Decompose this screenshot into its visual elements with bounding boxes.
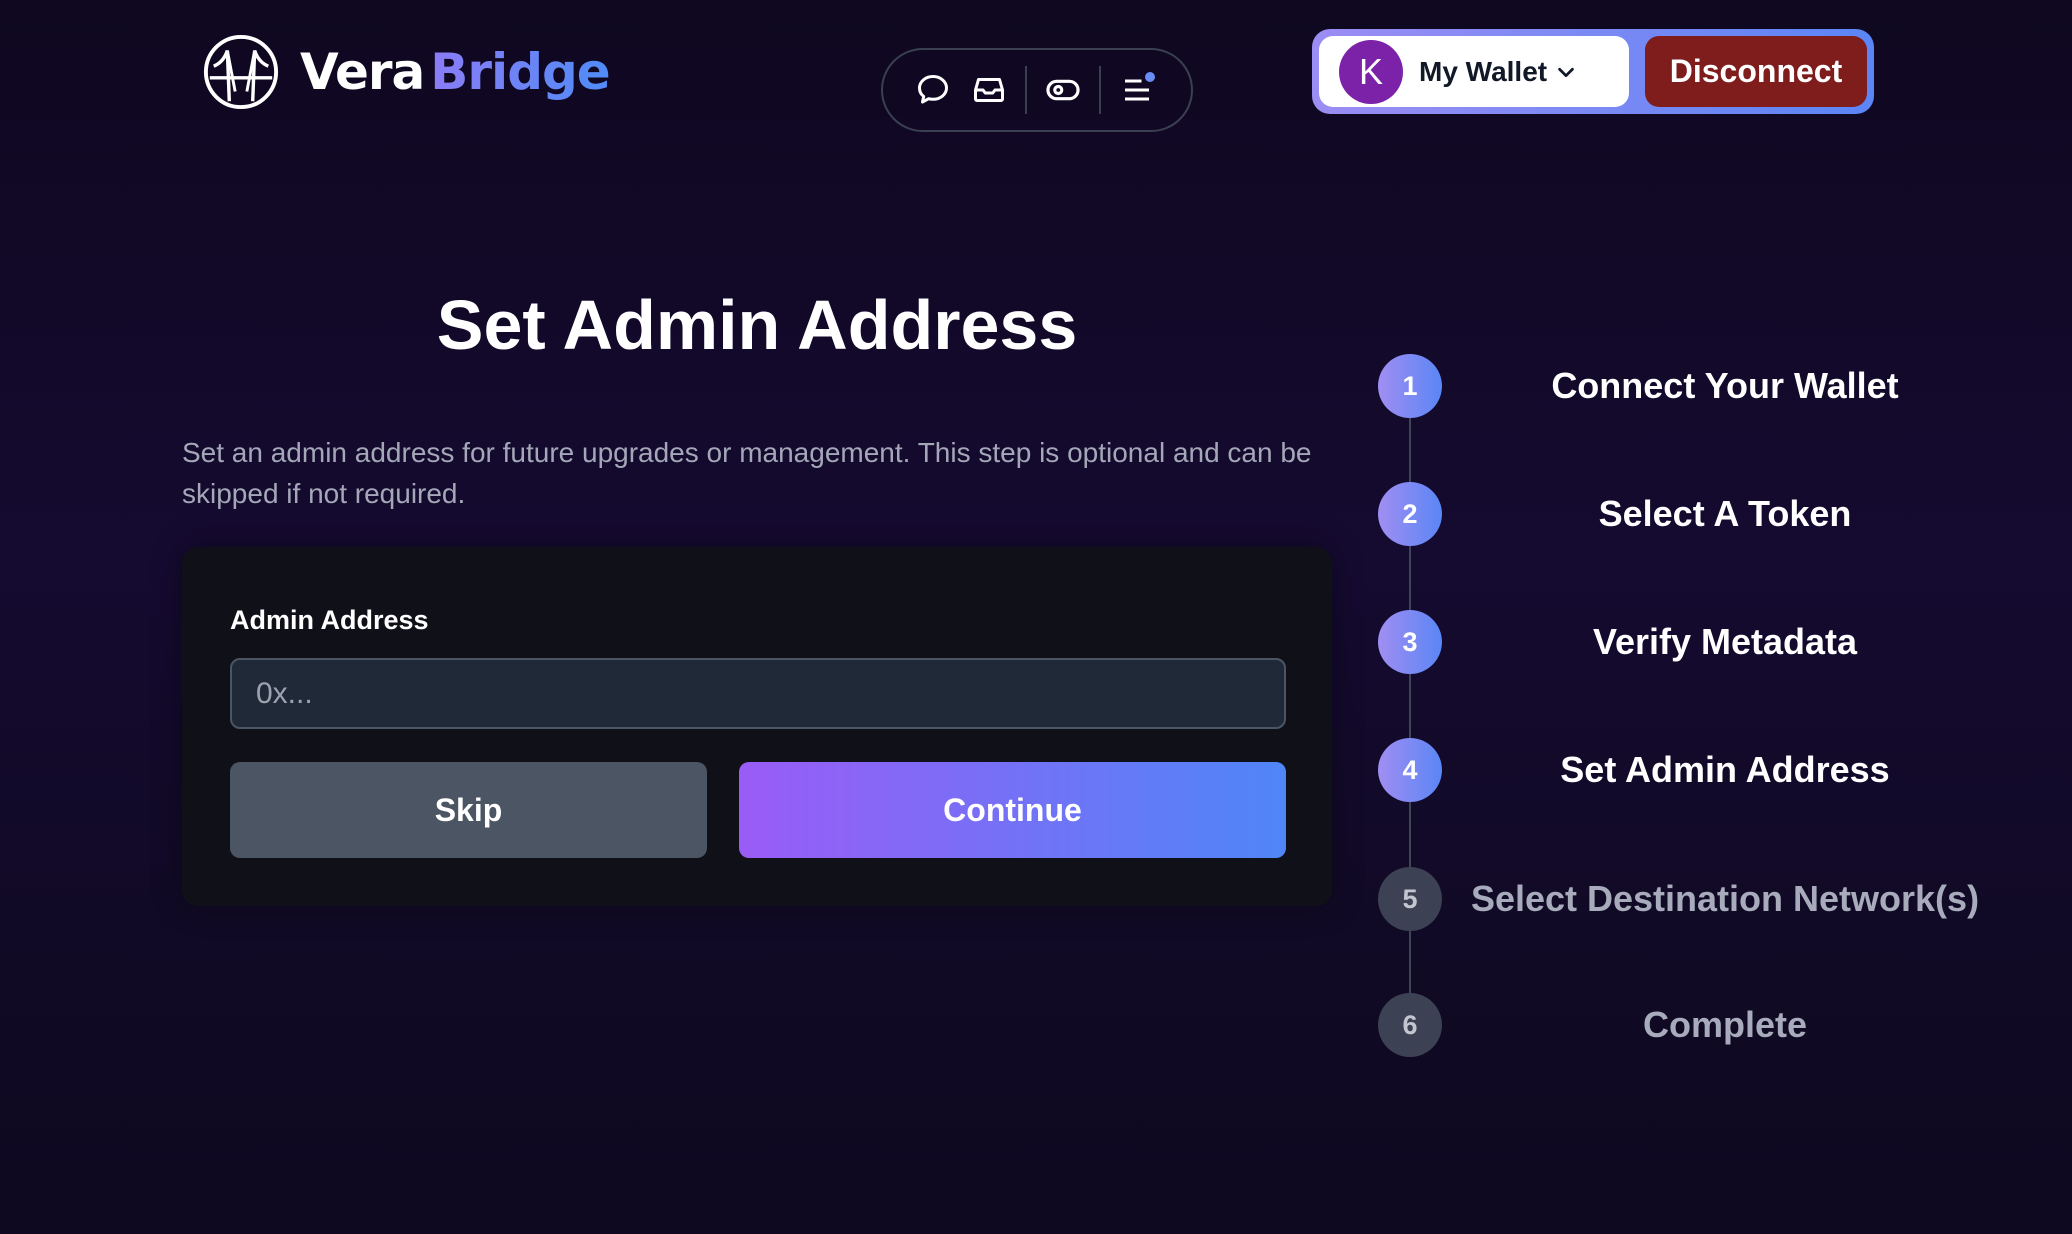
wallet-label: My Wallet bbox=[1419, 55, 1548, 87]
admin-address-input[interactable] bbox=[230, 658, 1286, 729]
disconnect-button[interactable]: Disconnect bbox=[1645, 36, 1867, 107]
stepper-step: 5 Select Destination Network(s) bbox=[1378, 867, 1998, 931]
skip-button[interactable]: Skip bbox=[230, 762, 707, 858]
admin-address-label: Admin Address bbox=[230, 605, 429, 635]
inbox-button[interactable] bbox=[961, 62, 1017, 118]
step-label: Set Admin Address bbox=[1560, 749, 1890, 790]
brand-name-part2: Bridge bbox=[430, 43, 610, 101]
step-label: Connect Your Wallet bbox=[1551, 365, 1899, 406]
step-number-badge: 5 bbox=[1378, 867, 1442, 931]
stepper-step: 2 Select A Token bbox=[1378, 482, 1998, 546]
bridge-logo-icon bbox=[203, 34, 279, 110]
nav-divider bbox=[1025, 66, 1027, 114]
stepper-step: 6 Complete bbox=[1378, 993, 1998, 1057]
admin-address-card: Admin Address Skip Continue bbox=[182, 547, 1332, 906]
step-number-badge: 6 bbox=[1378, 993, 1442, 1057]
stepper-step: 4 Set Admin Address bbox=[1378, 738, 1998, 802]
step-number-badge: 3 bbox=[1378, 610, 1442, 674]
nav-toolbar bbox=[881, 48, 1193, 132]
visibility-toggle-button[interactable] bbox=[1035, 62, 1091, 118]
step-number-badge: 2 bbox=[1378, 482, 1442, 546]
step-label: Complete bbox=[1642, 1004, 1808, 1045]
notification-dot bbox=[1145, 72, 1155, 82]
brand-name: Vera Bridge bbox=[300, 43, 611, 101]
stepper-step: 3 Verify Metadata bbox=[1378, 610, 1998, 674]
chevron-down-icon bbox=[1558, 67, 1574, 77]
stepper-step: 1 Connect Your Wallet bbox=[1378, 354, 1998, 418]
step-label: Select A Token bbox=[1598, 493, 1852, 534]
continue-button[interactable]: Continue bbox=[739, 762, 1286, 858]
step-label: Verify Metadata bbox=[1592, 621, 1858, 662]
wallet-controls: K My Wallet Disconnect bbox=[1312, 29, 1874, 114]
step-label: Select Destination Network(s) bbox=[1470, 878, 1980, 919]
avatar: K bbox=[1339, 39, 1403, 104]
eye-toggle-icon bbox=[1046, 79, 1080, 101]
brand-logo[interactable]: Vera Bridge bbox=[202, 33, 611, 111]
inbox-tray-icon bbox=[974, 78, 1004, 102]
step-number-badge: 1 bbox=[1378, 354, 1442, 418]
menu-button[interactable] bbox=[1109, 62, 1165, 118]
brand-name-part1: Vera bbox=[300, 43, 425, 101]
page-description: Set an admin address for future upgrades… bbox=[182, 437, 1312, 509]
page-title: Set Admin Address bbox=[436, 286, 1078, 364]
wallet-dropdown-button[interactable]: K My Wallet bbox=[1319, 36, 1629, 107]
nav-divider bbox=[1099, 66, 1101, 114]
chat-bubble-icon bbox=[918, 75, 948, 104]
step-number-badge: 4 bbox=[1378, 738, 1442, 802]
chat-button[interactable] bbox=[905, 62, 961, 118]
